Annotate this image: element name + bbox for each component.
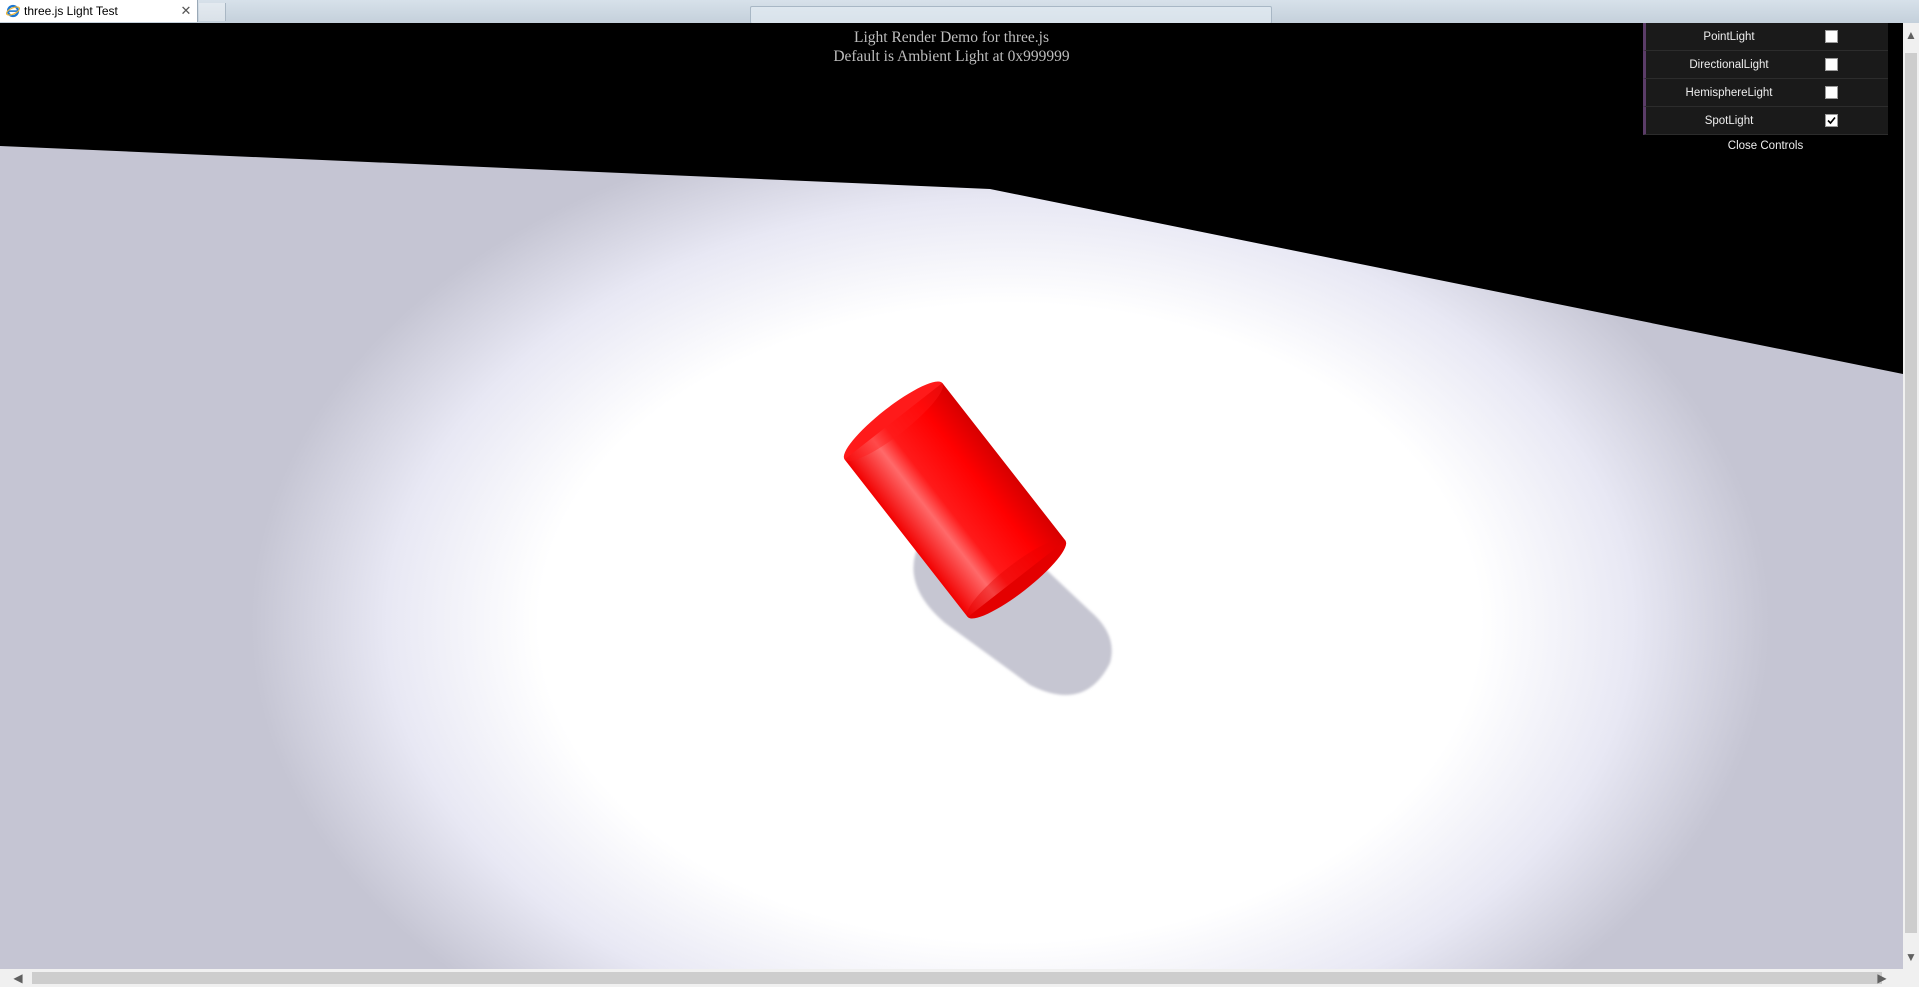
spotlight-checkbox[interactable] xyxy=(1825,114,1838,127)
info-overlay: Light Render Demo for three.js Default i… xyxy=(0,28,1903,66)
control-label: HemisphereLight xyxy=(1685,86,1773,99)
control-label: SpotLight xyxy=(1704,114,1754,127)
horizontal-scrollbar[interactable]: ◀ ▶ xyxy=(0,969,1919,987)
vertical-scrollbar[interactable]: ▲ ▼ xyxy=(1903,23,1919,969)
light-controls-panel: PointLight DirectionalLight HemisphereLi… xyxy=(1643,23,1888,157)
tab-strip: three.js Light Test ✕ xyxy=(0,0,1919,24)
control-label: DirectionalLight xyxy=(1689,58,1769,71)
horizontal-scroll-thumb[interactable] xyxy=(32,972,1882,984)
scroll-left-icon[interactable]: ◀ xyxy=(10,970,26,986)
close-controls-button[interactable]: Close Controls xyxy=(1643,135,1888,157)
vertical-scroll-thumb[interactable] xyxy=(1905,53,1917,933)
tab-title: three.js Light Test xyxy=(24,4,118,18)
browser-window: three.js Light Test ✕ Light Render Demo … xyxy=(0,0,1919,987)
info-title: Light Render Demo for three.js xyxy=(854,29,1049,46)
directionallight-checkbox[interactable] xyxy=(1825,58,1838,71)
scroll-up-icon[interactable]: ▲ xyxy=(1903,27,1919,43)
pointlight-checkbox[interactable] xyxy=(1825,30,1838,43)
close-tab-icon[interactable]: ✕ xyxy=(179,4,193,18)
control-row-pointlight[interactable]: PointLight xyxy=(1643,23,1888,51)
address-bar[interactable] xyxy=(750,6,1272,24)
tab-three-js-light-test[interactable]: three.js Light Test ✕ xyxy=(0,0,198,22)
control-row-hemispherelight[interactable]: HemisphereLight xyxy=(1643,79,1888,107)
new-tab-button[interactable] xyxy=(199,3,226,21)
control-row-directionallight[interactable]: DirectionalLight xyxy=(1643,51,1888,79)
hemispherelight-checkbox[interactable] xyxy=(1825,86,1838,99)
three-js-scene xyxy=(0,146,1903,969)
scroll-down-icon[interactable]: ▼ xyxy=(1903,949,1919,965)
webgl-viewport[interactable]: Light Render Demo for three.js Default i… xyxy=(0,23,1903,969)
control-row-spotlight[interactable]: SpotLight xyxy=(1643,107,1888,135)
scroll-right-icon[interactable]: ▶ xyxy=(1874,970,1890,986)
browser-logo-icon xyxy=(6,4,20,18)
info-subtitle: Default is Ambient Light at 0x999999 xyxy=(833,48,1070,65)
control-label: PointLight xyxy=(1703,30,1755,43)
